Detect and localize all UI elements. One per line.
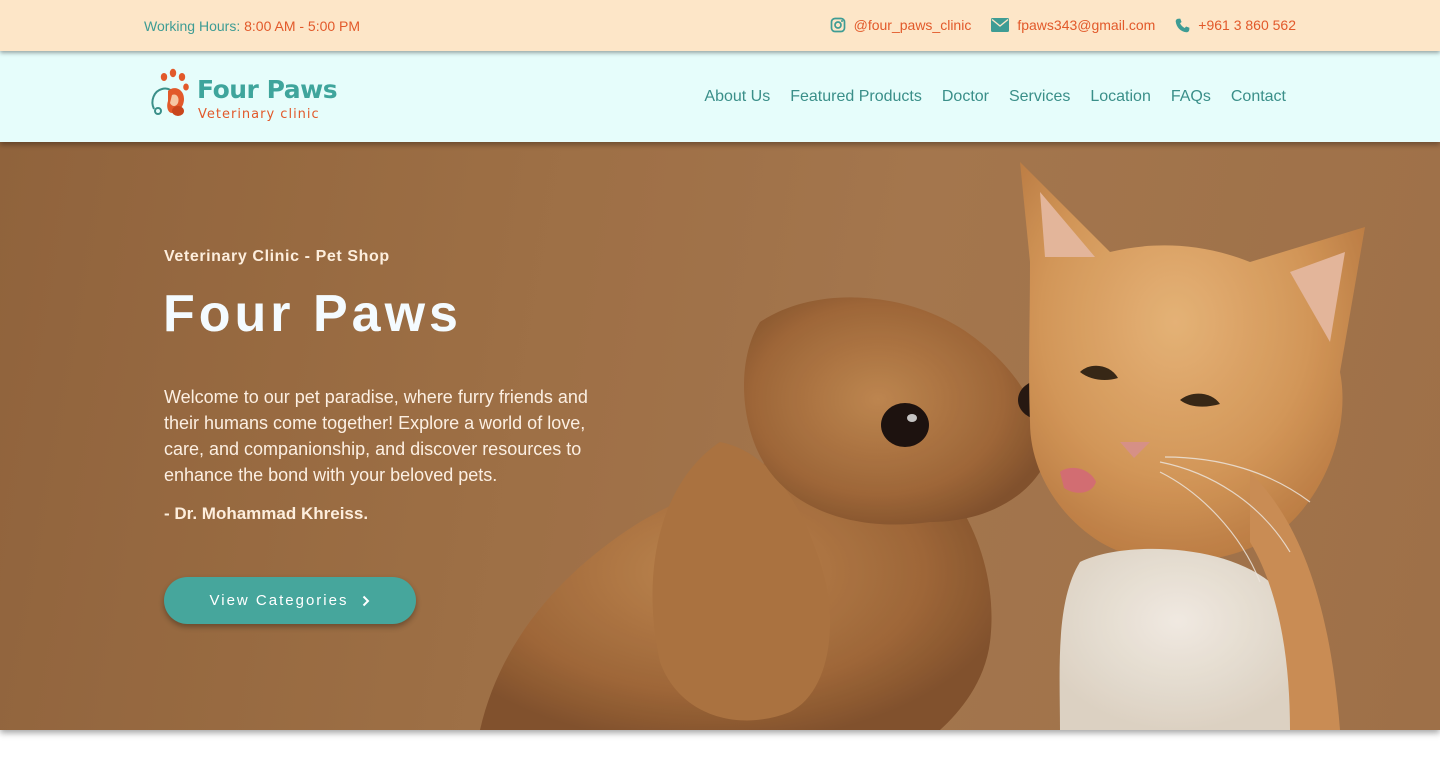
hero-description: Welcome to our pet paradise, where furry… xyxy=(164,387,588,485)
logo-title: Four Paws xyxy=(197,75,338,104)
instagram-icon xyxy=(830,17,846,33)
nav-doctor[interactable]: Doctor xyxy=(942,88,989,106)
working-hours-label: Working Hours: xyxy=(144,18,241,34)
main-nav: About Us Featured Products Doctor Servic… xyxy=(704,88,1286,106)
phone-number: +961 3 860 562 xyxy=(1198,17,1296,33)
chevron-right-icon xyxy=(362,595,370,607)
logo[interactable]: Four Paws Veterinary clinic xyxy=(148,67,348,127)
email-link[interactable]: fpaws343@gmail.com xyxy=(991,17,1155,33)
nav-faqs[interactable]: FAQs xyxy=(1171,88,1211,106)
site-header: Four Paws Veterinary clinic About Us Fea… xyxy=(0,51,1440,142)
nav-location[interactable]: Location xyxy=(1090,88,1151,106)
phone-icon xyxy=(1175,18,1190,33)
nav-about-us[interactable]: About Us xyxy=(704,88,770,106)
logo-subtitle: Veterinary clinic xyxy=(198,107,320,122)
nav-featured-products[interactable]: Featured Products xyxy=(790,88,922,106)
envelope-icon xyxy=(991,18,1010,32)
email-address: fpaws343@gmail.com xyxy=(1017,17,1156,33)
instagram-handle: @four_paws_clinic xyxy=(853,17,972,33)
contact-list: @four_paws_clinic fpaws343@gmail.com +96… xyxy=(830,17,1296,33)
view-categories-button[interactable]: View Categories xyxy=(164,577,416,624)
nav-contact[interactable]: Contact xyxy=(1231,88,1286,106)
hero-signature: - Dr. Mohammad Khreiss. xyxy=(164,504,369,523)
working-hours-value: 8:00 AM - 5:00 PM xyxy=(244,18,361,34)
view-categories-label: View Categories xyxy=(209,592,349,609)
hero-title: Four Paws xyxy=(163,285,462,343)
working-hours: Working Hours: 8:00 AM - 5:00 PM xyxy=(144,18,360,34)
phone-link[interactable]: +961 3 860 562 xyxy=(1175,17,1296,33)
hero-tagline: Veterinary Clinic - Pet Shop xyxy=(164,248,390,265)
nav-services[interactable]: Services xyxy=(1009,88,1070,106)
top-info-bar: Working Hours: 8:00 AM - 5:00 PM @four_p… xyxy=(0,0,1440,51)
instagram-link[interactable]: @four_paws_clinic xyxy=(830,17,972,33)
hero-section: Veterinary Clinic - Pet Shop Four Paws W… xyxy=(0,142,1440,730)
paw-stethoscope-icon xyxy=(151,68,189,116)
